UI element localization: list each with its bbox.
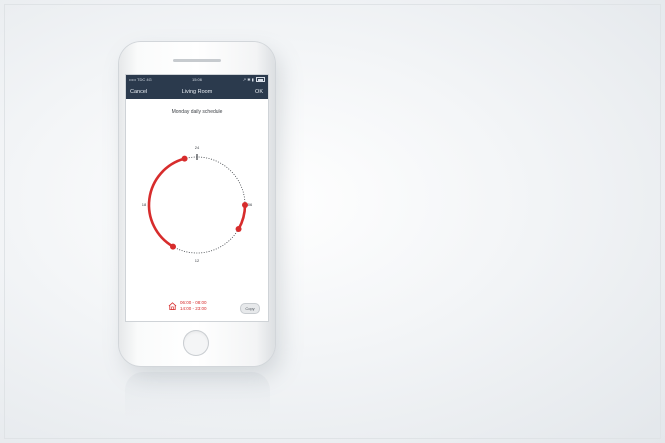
phone-device: ••••• TDC 4G 15:06 ↗ ✱ ▮ Cancel Living R… [119, 42, 275, 366]
schedule-dial[interactable]: 24 06 12 18 [137, 145, 257, 265]
phone-reflection [125, 372, 270, 422]
home-button[interactable] [183, 330, 209, 356]
period-2-end-handle[interactable] [181, 155, 188, 162]
ok-button[interactable]: OK [255, 85, 263, 99]
image-border [4, 4, 661, 439]
phone-speaker [173, 59, 221, 62]
status-bar: ••••• TDC 4G 15:06 ↗ ✱ ▮ [126, 75, 268, 85]
status-indicators: ↗ ✱ ▮ [243, 75, 265, 85]
phone-screen: ••••• TDC 4G 15:06 ↗ ✱ ▮ Cancel Living R… [126, 75, 268, 321]
period-1-end-handle[interactable] [235, 226, 242, 232]
dial-label-top: 24 [194, 145, 200, 150]
period-time-2: 14:00 - 23:00 [180, 306, 207, 311]
screen-title: Living Room [181, 89, 213, 95]
status-icons: ↗ ✱ ▮ [242, 77, 254, 82]
navigation-bar: Cancel Living Room OK [126, 85, 268, 99]
dial-graphic [147, 154, 248, 254]
period-2-start-handle[interactable] [170, 243, 176, 250]
copy-button[interactable]: Copy [240, 303, 260, 314]
period-time-1: 06:00 - 08:00 [180, 300, 207, 305]
dial-label-bottom: 12 [194, 258, 200, 263]
schedule-title: Monday daily schedule [171, 109, 223, 115]
period-arc-2 [147, 157, 186, 248]
battery-icon [256, 77, 265, 83]
period-arc-1 [237, 203, 247, 231]
dial-label-right: 06 [247, 202, 253, 207]
house-icon [168, 302, 177, 311]
dial-label-left: 18 [141, 202, 147, 207]
